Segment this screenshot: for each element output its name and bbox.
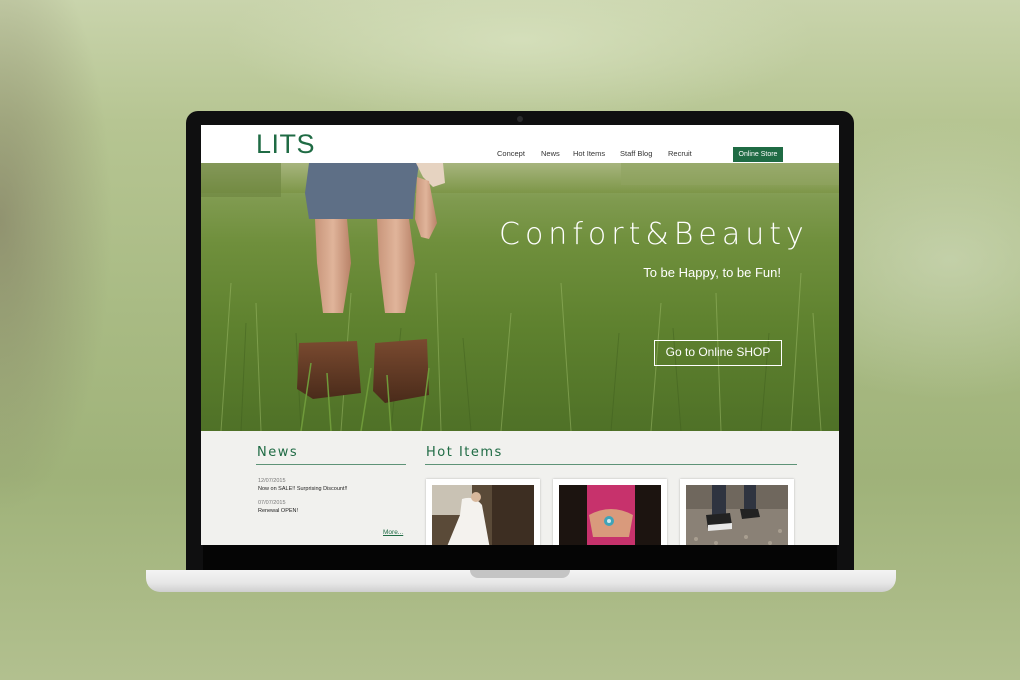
- hot-item-card[interactable]: [426, 479, 540, 545]
- webcam-icon: [517, 116, 523, 122]
- screen-bottom-bezel: [203, 545, 837, 570]
- laptop-screen: LITS Concept News Hot Items Staff Blog R…: [201, 125, 839, 545]
- site-logo[interactable]: LITS: [256, 129, 315, 160]
- site-header: LITS Concept News Hot Items Staff Blog R…: [201, 125, 839, 163]
- nav-news[interactable]: News: [541, 149, 560, 158]
- go-to-online-shop-button[interactable]: Go to Online SHOP: [654, 340, 782, 366]
- hero-photo: [201, 163, 839, 431]
- nav-concept[interactable]: Concept: [497, 149, 525, 158]
- wedding-dress-photo: [432, 485, 534, 545]
- news-divider: [256, 464, 406, 465]
- nav-hot-items[interactable]: Hot Items: [573, 149, 605, 158]
- news-item-link[interactable]: Now on SALE!! Surprising Discount!!: [258, 486, 348, 492]
- news-heading: News: [257, 445, 299, 460]
- hero-subtitle: To be Happy, to be Fun!: [643, 265, 781, 280]
- news-more-link[interactable]: More...: [383, 529, 403, 536]
- nav-recruit[interactable]: Recruit: [668, 149, 692, 158]
- news-item-link[interactable]: Renewal OPEN!: [258, 508, 298, 514]
- sneakers-gravel-photo: [686, 485, 788, 545]
- online-store-button[interactable]: Online Store: [733, 147, 783, 162]
- news-date: 12/07/2015: [258, 478, 286, 484]
- hot-items-divider: [425, 464, 797, 465]
- hot-item-card[interactable]: [553, 479, 667, 545]
- hot-items-heading: Hot Items: [426, 445, 503, 460]
- laptop-opening-notch: [470, 570, 570, 578]
- hands-ring-photo: [559, 485, 661, 545]
- news-date: 07/07/2015: [258, 500, 286, 506]
- hot-item-card[interactable]: [680, 479, 794, 545]
- hero-banner: Confort&Beauty To be Happy, to be Fun! G…: [201, 163, 839, 431]
- content-area: News 12/07/2015 Now on SALE!! Surprising…: [201, 431, 839, 545]
- nav-staff-blog[interactable]: Staff Blog: [620, 149, 652, 158]
- hero-title: Confort&Beauty: [499, 217, 809, 252]
